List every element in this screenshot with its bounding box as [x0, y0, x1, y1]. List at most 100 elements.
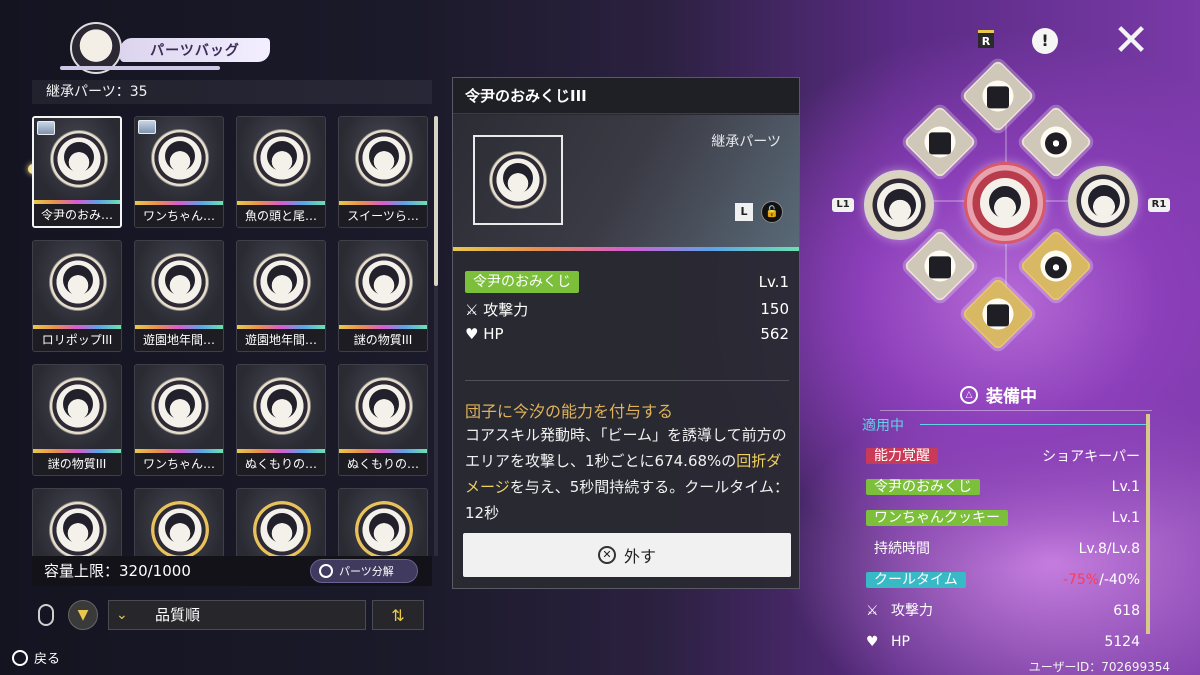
equipped-row: クールタイム -75%/-40% [866, 568, 1140, 592]
character-face-icon [165, 265, 195, 295]
equipped-value: /-40% [1099, 572, 1140, 588]
negative-value: -75% [1062, 572, 1100, 588]
part-label: 謎の物質III [339, 329, 427, 351]
part-medal-icon [49, 253, 107, 311]
slot-center-core[interactable] [964, 162, 1046, 244]
circle-button-icon [12, 649, 28, 666]
sort-direction-button[interactable]: ⇅ [372, 600, 424, 630]
chevron-down-icon: ⌄ [116, 607, 128, 623]
part-tile[interactable]: 令尹のおみ… [32, 116, 122, 228]
star-icon [1045, 256, 1067, 279]
part-tile[interactable]: ワンちゃん… [134, 116, 224, 228]
part-preview: 継承パーツ L 🔓 [453, 115, 799, 251]
stat-value: 150 [760, 300, 789, 318]
part-medal-icon [355, 129, 413, 187]
part-medal-icon [151, 129, 209, 187]
part-tile[interactable]: ロリポップIII [32, 240, 122, 352]
equipped-value: Lv.8/Lv.8 [1078, 541, 1140, 557]
part-medal-icon [489, 151, 547, 209]
slot-upper-right[interactable] [1019, 105, 1093, 179]
slot-right-medal[interactable] [1068, 166, 1138, 236]
part-type-label: 継承パーツ [711, 134, 781, 150]
part-tile[interactable]: ぬくもりの… [236, 364, 326, 476]
character-face-icon [369, 141, 399, 171]
equipped-scrollbar[interactable] [1146, 414, 1150, 634]
equipped-tag: 能力覚醒 [866, 448, 938, 464]
slot-lower-left[interactable] [903, 229, 977, 303]
sort-direction-icon: ⇅ [391, 605, 405, 625]
chip-icon [929, 256, 951, 279]
part-preview-frame [473, 135, 563, 225]
part-tile[interactable]: ワンちゃん… [134, 364, 224, 476]
equipped-header: △ 装備中 [960, 382, 1037, 407]
info-button[interactable]: ! [1032, 28, 1058, 54]
part-medal-icon [151, 377, 209, 435]
part-medal-icon [355, 377, 413, 435]
character-face-icon [267, 141, 297, 171]
part-tile[interactable]: ぬくもりの… [338, 364, 428, 476]
slot-bottom[interactable] [961, 277, 1035, 351]
inherit-parts-count: 継承パーツ：35 [32, 80, 432, 104]
slot-lower-right[interactable] [1019, 229, 1093, 303]
rarity-bar [453, 247, 799, 251]
filter-button[interactable]: ▼ [68, 600, 98, 630]
character-face-icon [369, 513, 399, 543]
dismantle-parts-button[interactable]: パーツ分解 [310, 559, 418, 583]
close-button[interactable]: ✕ [1108, 18, 1154, 64]
unequip-label: 外す [623, 547, 656, 566]
part-label: 遊園地年間… [135, 329, 223, 351]
desc-text: を与え、5秒間持続する。クールタイム：12秒 [465, 478, 789, 522]
slot-left-medal[interactable] [864, 170, 934, 240]
part-tile[interactable]: 魚の頭と尾… [236, 116, 326, 228]
attack-icon: ⚔ [465, 300, 479, 319]
character-face-icon [267, 265, 297, 295]
chip-icon [929, 132, 951, 155]
part-name-row: 令尹のおみくじ Lv.1 [465, 270, 789, 294]
l-button-icon: L [735, 203, 753, 221]
part-label: 謎の物質III [33, 453, 121, 475]
r1-button-icon: R1 [1148, 198, 1170, 212]
part-medal-icon [355, 501, 413, 556]
part-tile[interactable]: 謎の物質III [338, 240, 428, 352]
part-tile[interactable]: スイーツら… [338, 116, 428, 228]
stat-icon: ♥ [866, 634, 879, 650]
sort-order-select[interactable]: 品質順 [108, 600, 366, 630]
slot-top[interactable] [961, 59, 1035, 133]
equipped-row: 能力覚醒 ショアキーパー [866, 444, 1140, 468]
part-label: 令尹のおみ… [34, 204, 120, 226]
equipped-tag: 攻撃力 [891, 603, 934, 619]
part-tile[interactable] [134, 488, 224, 556]
equipped-title: 装備中 [986, 387, 1037, 407]
equipped-tag: ワンちゃんクッキー [866, 510, 1008, 526]
part-label: 遊園地年間… [237, 329, 325, 351]
lock-toggle-button[interactable]: 🔓 [761, 201, 783, 223]
chip-icon [987, 86, 1009, 109]
heart-icon: ♥ [465, 325, 479, 343]
part-tile[interactable]: 遊園地年間… [236, 240, 326, 352]
part-tile[interactable] [236, 488, 326, 556]
stat-value: 562 [760, 325, 789, 343]
filter-icon: ▼ [77, 607, 89, 623]
part-tile[interactable] [338, 488, 428, 556]
character-face-icon [1088, 185, 1120, 217]
equipped-tag: 持続時間 [874, 541, 930, 557]
cross-button-icon: ✕ [597, 546, 616, 564]
l1-button-icon: L1 [832, 198, 854, 212]
equipped-tag: クールタイム [866, 572, 966, 588]
part-medal-icon [253, 129, 311, 187]
part-tile[interactable] [32, 488, 122, 556]
equipped-tag: HP [891, 634, 910, 650]
part-medal-icon [50, 130, 108, 188]
part-tile[interactable]: 遊園地年間… [134, 240, 224, 352]
grid-scroll-thumb[interactable] [434, 116, 438, 286]
equipped-row: ⚔ 攻撃力 618 [866, 599, 1140, 623]
stat-row-hp: ♥ HP 562 [465, 322, 789, 346]
back-button[interactable]: 戻る [12, 648, 60, 667]
character-face-icon [989, 186, 1021, 218]
part-tile[interactable]: 謎の物質III [32, 364, 122, 476]
divider [465, 380, 789, 381]
part-medal-icon [49, 501, 107, 556]
slot-upper-left[interactable] [903, 105, 977, 179]
parts-grid: 令尹のおみ… ワンちゃん… 魚の頭と尾… スイーツら… ロリポップIII 遊園地年間… 遊園… [32, 116, 432, 556]
unequip-button[interactable]: ✕ 外す [463, 533, 791, 577]
